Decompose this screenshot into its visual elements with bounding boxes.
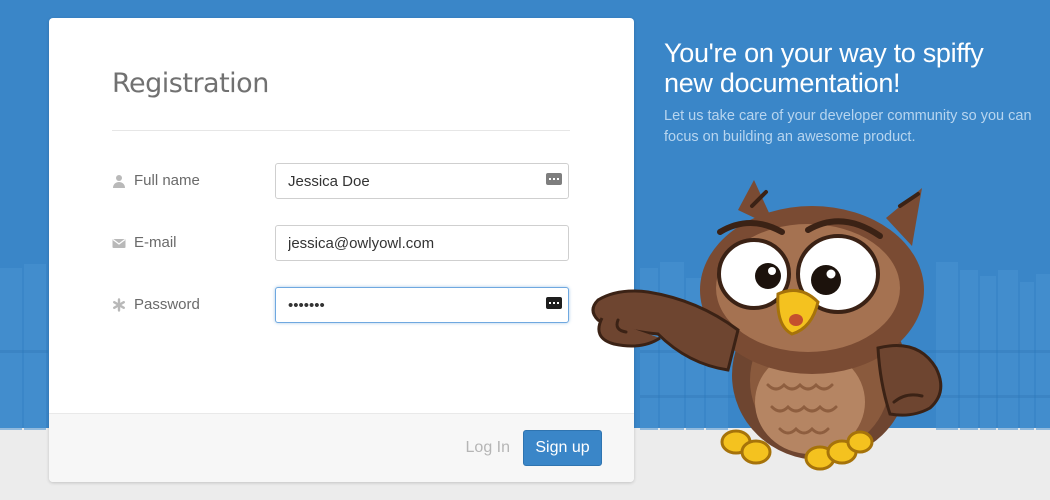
- password-row: Password: [112, 287, 570, 323]
- envelope-icon: [112, 238, 126, 248]
- promo-subtext: Let us take care of your developer commu…: [664, 108, 1032, 145]
- title-divider: [112, 130, 570, 131]
- full-name-input[interactable]: [275, 163, 569, 199]
- asterisk-icon: [113, 297, 126, 312]
- login-link[interactable]: Log In: [466, 439, 510, 457]
- password-input[interactable]: [275, 287, 569, 323]
- form-footer: Log In Sign up: [49, 413, 634, 482]
- email-label-text: E-mail: [134, 234, 177, 251]
- full-name-row: Full name: [112, 163, 570, 199]
- full-name-label-text: Full name: [134, 172, 200, 189]
- email-row: E-mail: [112, 225, 570, 261]
- email-input[interactable]: [275, 225, 569, 261]
- owl-mascot-illustration: [591, 180, 943, 471]
- registration-card: Registration Full name E-mail: [49, 18, 634, 482]
- autofill-key-icon[interactable]: [546, 173, 562, 185]
- form-title: Registration: [112, 68, 269, 99]
- password-label: Password: [112, 296, 200, 313]
- user-icon: [113, 174, 125, 188]
- promo-headline: You're on your way to spiffy new documen…: [664, 38, 984, 98]
- password-key-icon[interactable]: [546, 297, 562, 309]
- email-label: E-mail: [112, 234, 177, 251]
- password-label-text: Password: [134, 296, 200, 313]
- full-name-label: Full name: [112, 172, 200, 189]
